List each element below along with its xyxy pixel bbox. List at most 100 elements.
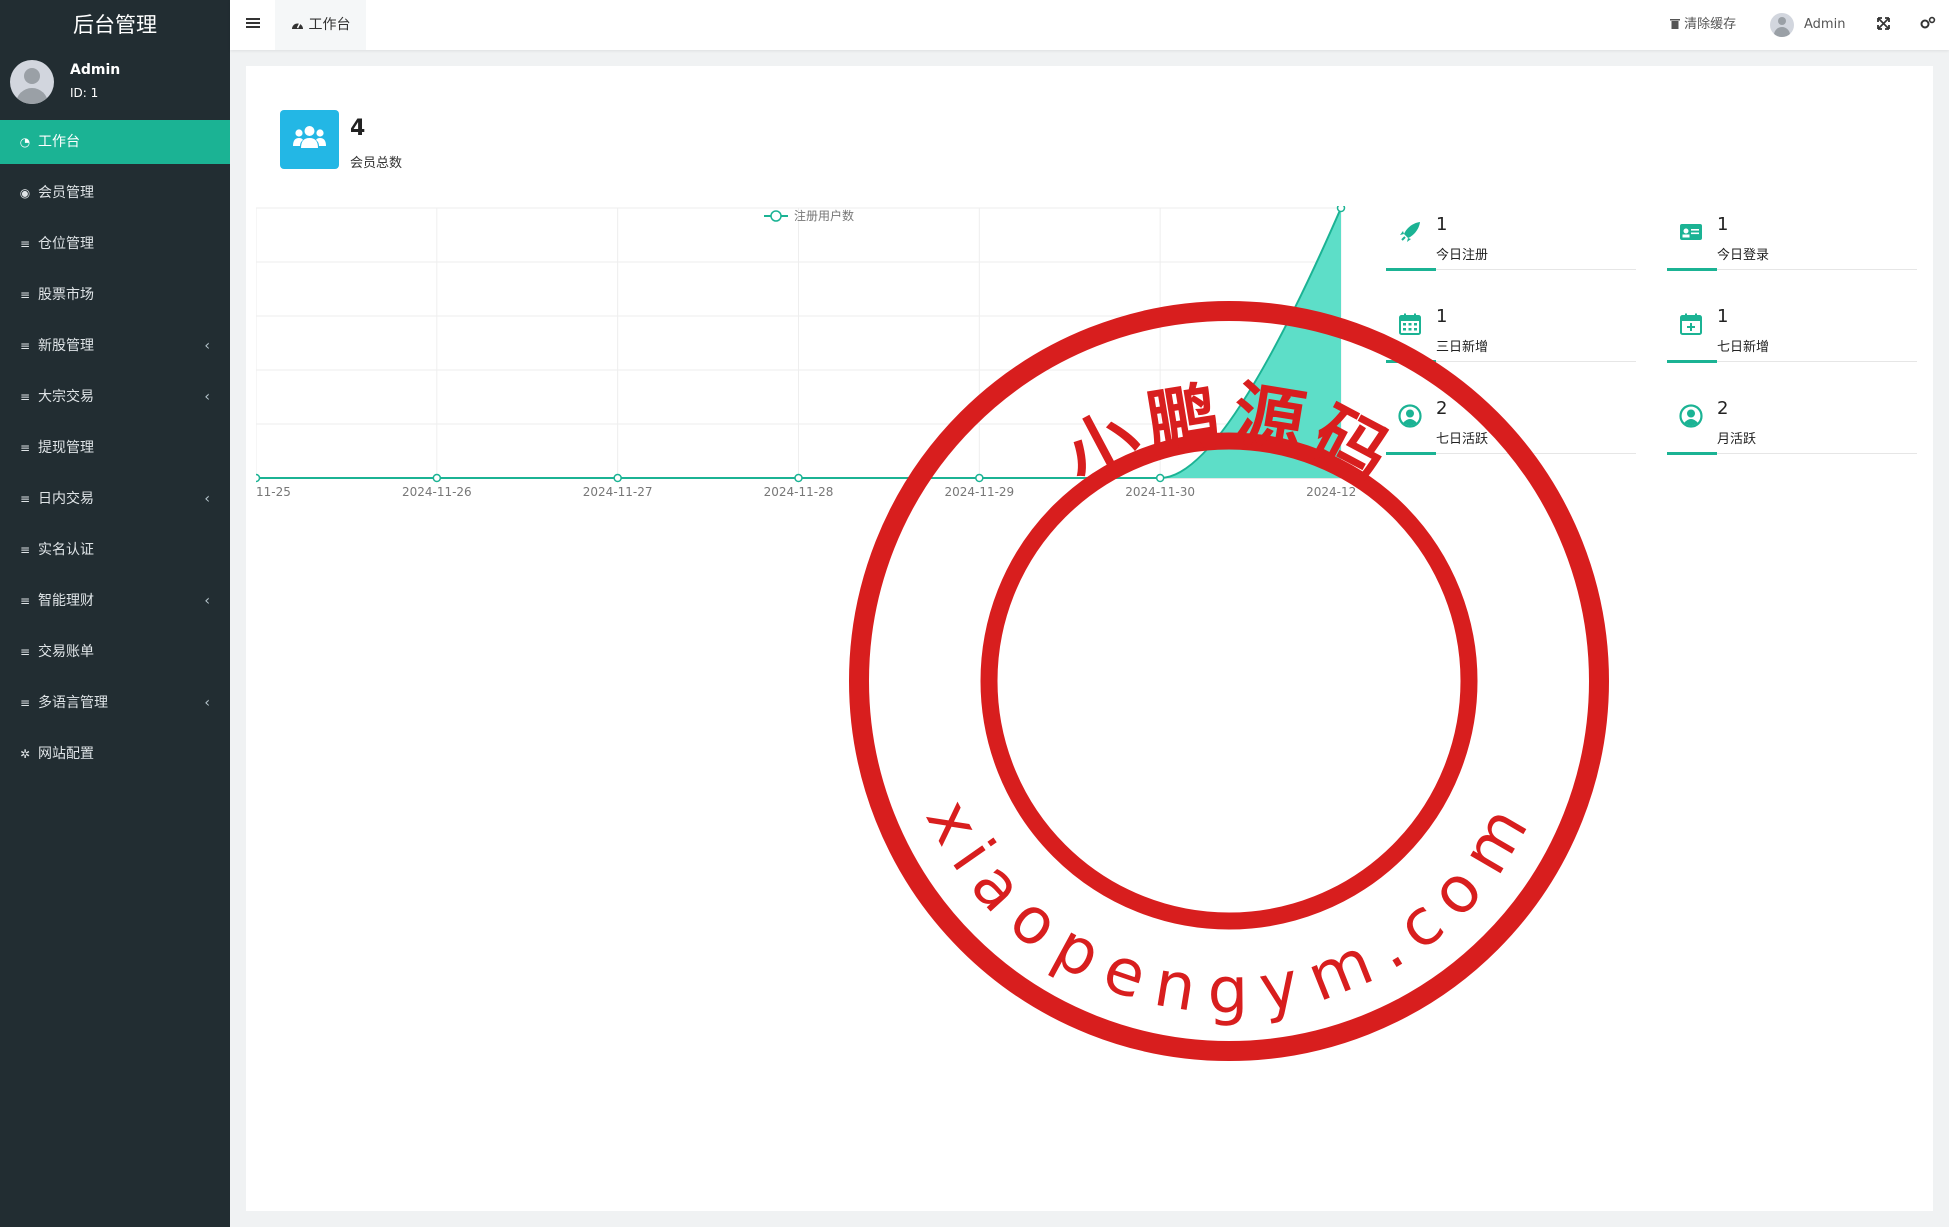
watermark-bottom-text: xiaopengym.com (911, 788, 1539, 1028)
users-icon (280, 110, 339, 169)
sidebar-item[interactable]: ≡ 多语言管理 ‹ (0, 681, 230, 732)
rocket-icon (1400, 222, 1420, 242)
data-point (794, 473, 803, 483)
user-circle-icon: ◉ (19, 186, 31, 200)
x-tick-label: 2024-11-26 (402, 485, 472, 499)
stat-value: 1 (1717, 306, 1729, 327)
gear-icon: ✲ (19, 747, 31, 761)
user-id: ID: 1 (70, 86, 99, 100)
stat-value: 2 (1717, 398, 1729, 419)
sidebar-item-label: 股票市场 (38, 287, 94, 303)
id-card-icon (1680, 224, 1702, 240)
sidebar-item[interactable]: ≡ 交易账单 (0, 630, 230, 681)
fullscreen-icon[interactable] (1877, 0, 1890, 50)
sidebar-item[interactable]: ≡ 实名认证 (0, 528, 230, 579)
stat-label: 今日注册 (1436, 248, 1489, 263)
user-menu[interactable]: Admin (1770, 0, 1845, 50)
settings-gears-icon[interactable] (1920, 0, 1936, 50)
dashboard-panel: 4 会员总数 2024-11-25 2024-11-26 2024-11-27 202… (246, 66, 1933, 1211)
sidebar-item[interactable]: ✲ 网站配置 (0, 732, 230, 783)
sidebar-item[interactable]: ≡ 股票市场 (0, 273, 230, 324)
stat-card: 1 七日新增 (1667, 306, 1917, 366)
list-icon: ≡ (19, 645, 31, 659)
sidebar-item[interactable]: ≡ 提现管理 (0, 426, 230, 477)
stat-label: 月活跃 (1717, 432, 1757, 447)
stat-accent-bar (1667, 452, 1717, 455)
sidebar-item[interactable]: ≡ 日内交易 ‹ (0, 477, 230, 528)
data-point (256, 473, 261, 483)
stat-label: 今日登录 (1717, 248, 1770, 263)
trash-icon (1670, 17, 1684, 32)
user-panel: Admin ID: 1 (0, 50, 230, 120)
sidebar-item[interactable]: ◉ 会员管理 (0, 171, 230, 222)
list-icon: ≡ (19, 237, 31, 251)
chevron-left-icon: ‹ (204, 593, 210, 609)
x-tick-label: 2024-11-25 (256, 485, 291, 499)
chevron-left-icon: ‹ (204, 491, 210, 507)
sidebar-item-label: 交易账单 (38, 644, 94, 660)
chevron-left-icon: ‹ (204, 389, 210, 405)
list-icon: ≡ (19, 441, 31, 455)
data-point (1336, 206, 1346, 213)
stat-card: 2 月活跃 (1667, 398, 1917, 458)
list-icon: ≡ (19, 288, 31, 302)
watermark-stamp: 小鹏源码 xiaopengym.com (849, 301, 1609, 1061)
data-point (613, 473, 622, 483)
stat-card: 1 今日注册 (1386, 214, 1636, 274)
legend-marker (770, 210, 782, 222)
list-icon: ≡ (19, 543, 31, 557)
dashboard-icon (291, 17, 308, 33)
calendar-plus-icon (1680, 313, 1702, 335)
legend-label: 注册用户数 (794, 208, 854, 223)
clear-cache-button[interactable]: 清除缓存 (1670, 0, 1736, 50)
sidebar-item-label: 仓位管理 (38, 236, 94, 252)
stat-card: 1 今日登录 (1667, 214, 1917, 274)
sidebar-item[interactable]: ≡ 智能理财 ‹ (0, 579, 230, 630)
sidebar-menu: ◔ 工作台 ◉ 会员管理 ≡ 仓位管理 ≡ 股票市场 ≡ 新股管理 ‹ ≡ 大宗交易 ‹ ≡ 提现管理 ≡ 日内交… (0, 120, 230, 783)
sidebar-item-label: 网站配置 (38, 746, 94, 762)
sidebar-item-label: 工作台 (38, 134, 80, 150)
list-icon: ≡ (19, 696, 31, 710)
tab-dashboard[interactable]: 工作台 (275, 0, 367, 50)
stat-label: 七日新增 (1717, 340, 1770, 355)
avatar (10, 60, 54, 104)
sidebar-item-label: 提现管理 (38, 440, 94, 456)
sidebar-item[interactable]: ≡ 仓位管理 (0, 222, 230, 273)
sidebar-item-label: 智能理财 (38, 593, 94, 609)
x-tick-label: 2024-11-27 (583, 485, 653, 499)
app-title: 后台管理 (73, 13, 157, 37)
sidebar-item-label: 大宗交易 (38, 389, 94, 405)
member-total-value: 4 (350, 116, 366, 141)
chart-legend: 注册用户数 (764, 208, 854, 223)
user-circle-icon (1679, 404, 1703, 428)
sidebar-item-label: 日内交易 (38, 491, 94, 507)
sidebar-item-label: 会员管理 (38, 185, 94, 201)
chevron-left-icon: ‹ (204, 695, 210, 711)
stat-accent-bar (1386, 268, 1436, 271)
stat-accent-bar (1667, 360, 1717, 363)
user-avatar-icon (1770, 12, 1794, 37)
sidebar-item-label: 多语言管理 (38, 695, 108, 711)
sidebar-item-label: 新股管理 (38, 338, 94, 354)
sidebar: 后台管理 Admin ID: 1 ◔ 工作台 ◉ 会员管理 ≡ 仓位管理 ≡ 股票市场 ≡ 新股管… (0, 0, 230, 1227)
stat-value: 1 (1436, 214, 1448, 235)
sidebar-item[interactable]: ≡ 大宗交易 ‹ (0, 375, 230, 426)
x-tick-label: 2024-11-28 (764, 485, 834, 499)
clear-cache-label: 清除缓存 (1684, 17, 1737, 32)
list-icon: ≡ (19, 339, 31, 353)
menu-toggle-icon[interactable] (246, 0, 260, 50)
sidebar-item-label: 实名认证 (38, 542, 94, 558)
dashboard-icon: ◔ (19, 135, 31, 149)
member-total-label: 会员总数 (350, 156, 403, 171)
user-name: Admin (70, 62, 121, 78)
sidebar-item[interactable]: ◔ 工作台 (0, 120, 230, 164)
top-navbar: 工作台 清除缓存 Admin (230, 0, 1949, 50)
svg-text:xiaopengym.com: xiaopengym.com (911, 788, 1547, 1028)
list-icon: ≡ (19, 492, 31, 506)
stat-accent-bar (1667, 268, 1717, 271)
list-icon: ≡ (19, 594, 31, 608)
sidebar-item[interactable]: ≡ 新股管理 ‹ (0, 324, 230, 375)
data-point (432, 473, 442, 483)
top-user-name: Admin (1804, 17, 1846, 32)
stat-value: 1 (1717, 214, 1729, 235)
